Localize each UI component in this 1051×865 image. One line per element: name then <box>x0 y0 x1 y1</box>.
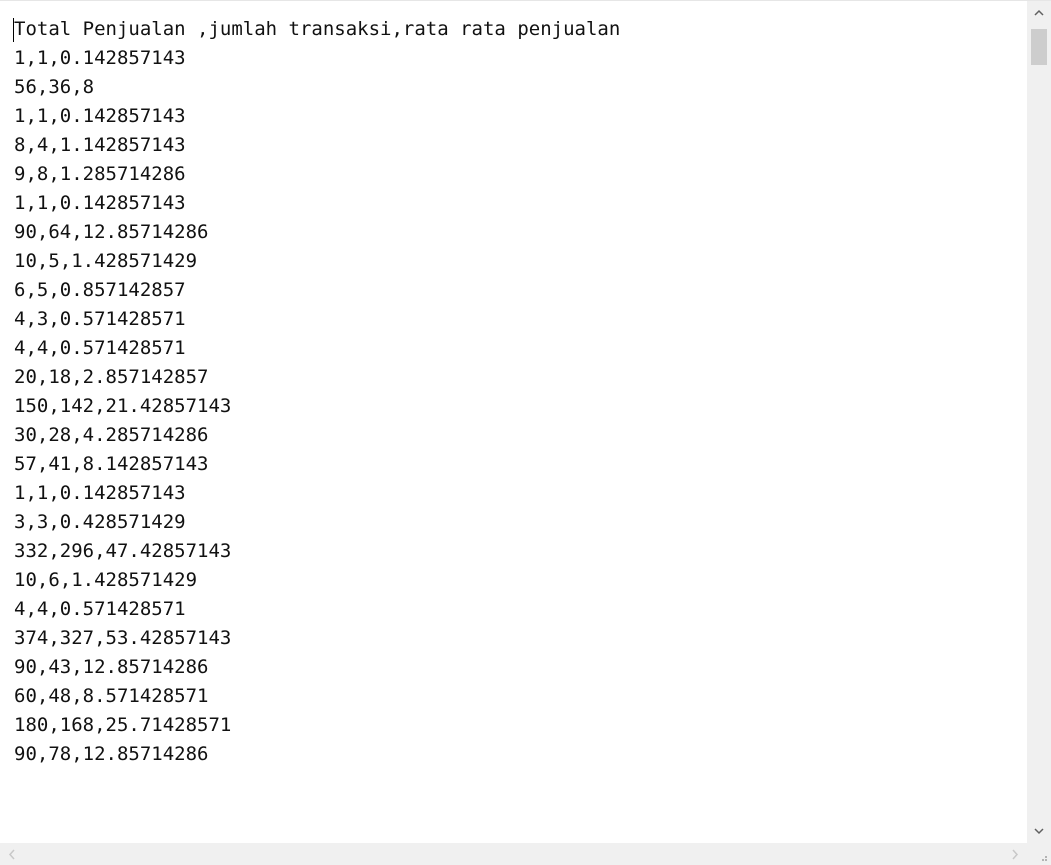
text-editor[interactable]: Total Penjualan ,jumlah transaksi,rata r… <box>0 0 1051 865</box>
text-line: 20,18,2.857142857 <box>14 366 209 388</box>
chevron-left-icon[interactable] <box>0 843 24 865</box>
text-line: 150,142,21.42857143 <box>14 395 232 417</box>
vertical-scroll-thumb[interactable] <box>1031 29 1047 65</box>
text-line: 9,8,1.285714286 <box>14 163 186 185</box>
chevron-down-icon[interactable] <box>1027 819 1051 843</box>
text-line: 90,64,12.85714286 <box>14 221 209 243</box>
horizontal-scrollbar[interactable] <box>0 843 1027 865</box>
text-line: 90,43,12.85714286 <box>14 656 209 678</box>
text-line: 1,1,0.142857143 <box>14 47 186 69</box>
text-line: 3,3,0.428571429 <box>14 511 186 533</box>
text-line: 30,28,4.285714286 <box>14 424 209 446</box>
text-line: 180,168,25.71428571 <box>14 714 232 736</box>
text-line: 8,4,1.142857143 <box>14 134 186 156</box>
text-line: 4,3,0.571428571 <box>14 308 186 330</box>
text-line: 332,296,47.42857143 <box>14 540 232 562</box>
chevron-right-icon[interactable] <box>1003 843 1027 865</box>
resize-grip-icon[interactable] <box>1027 843 1051 865</box>
text-caret <box>13 18 14 42</box>
text-line: 10,6,1.428571429 <box>14 569 198 591</box>
text-line: 56,36,8 <box>14 76 95 98</box>
text-content-area[interactable]: Total Penjualan ,jumlah transaksi,rata r… <box>0 1 1027 843</box>
text-line: 374,327,53.42857143 <box>14 627 232 649</box>
text-line: 10,5,1.428571429 <box>14 250 198 272</box>
text-line: 1,1,0.142857143 <box>14 482 186 504</box>
text-line: 1,1,0.142857143 <box>14 192 186 214</box>
text-line: 60,48,8.571428571 <box>14 685 209 707</box>
chevron-up-icon[interactable] <box>1027 1 1051 25</box>
text-line: Total Penjualan ,jumlah transaksi,rata r… <box>14 18 621 40</box>
text-line: 6,5,0.857142857 <box>14 279 186 301</box>
text-line: 4,4,0.571428571 <box>14 598 186 620</box>
text-lines: Total Penjualan ,jumlah transaksi,rata r… <box>14 15 620 769</box>
text-line: 1,1,0.142857143 <box>14 105 186 127</box>
text-line: 57,41,8.142857143 <box>14 453 209 475</box>
text-line: 90,78,12.85714286 <box>14 743 209 765</box>
vertical-scrollbar[interactable] <box>1027 1 1051 843</box>
text-line: 4,4,0.571428571 <box>14 337 186 359</box>
